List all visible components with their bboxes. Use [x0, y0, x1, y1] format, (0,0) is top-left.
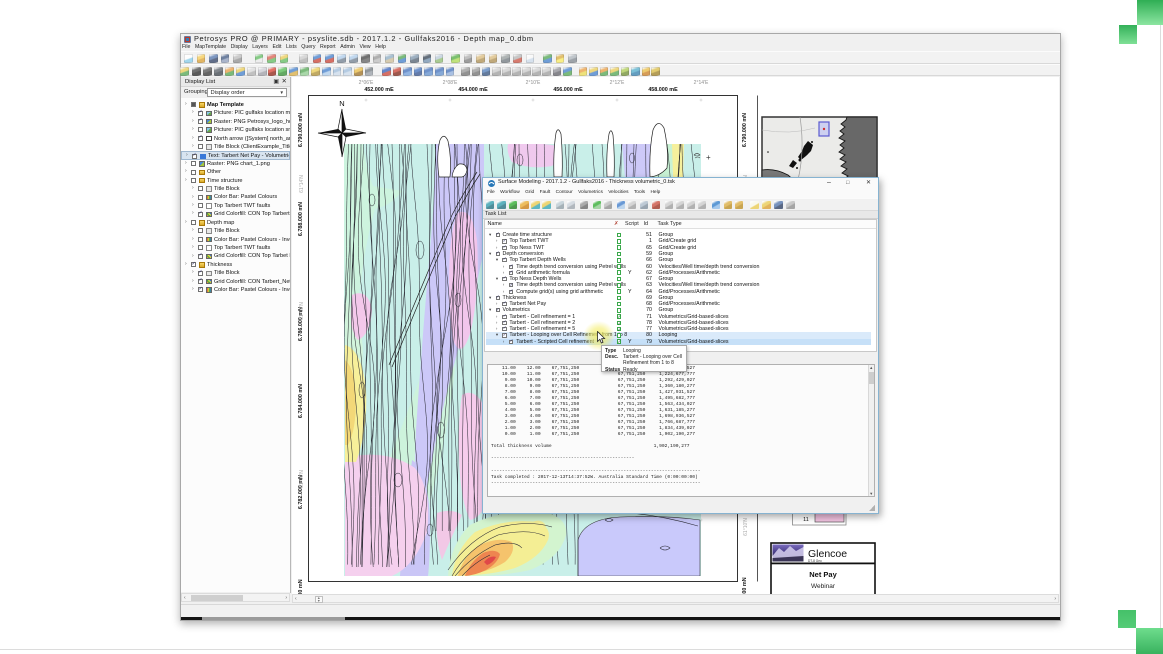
svg-text:2°08'E: 2°08'E [443, 80, 458, 86]
svg-text:452.000 mE: 452.000 mE [364, 87, 394, 93]
svg-text:Webinar: Webinar [811, 583, 836, 590]
svg-text:6.790.000 mN: 6.790.000 mN [742, 113, 748, 147]
svg-text:000 mN: 000 mN [742, 577, 748, 594]
svg-text:456.000 mE: 456.000 mE [553, 87, 583, 93]
svg-text:61°10'N: 61°10'N [299, 470, 305, 488]
svg-text:Net Pay: Net Pay [809, 570, 837, 579]
svg-text:454.000 mE: 454.000 mE [458, 87, 488, 93]
svg-text:2°10'E: 2°10'E [526, 80, 541, 86]
svg-text:6.784.000 mN: 6.784.000 mN [298, 384, 304, 418]
svg-text:2°14'E: 2°14'E [694, 80, 709, 86]
svg-text:6.788.000 mN: 6.788.000 mN [298, 202, 304, 236]
svg-text:DT-8 Geo: DT-8 Geo [808, 559, 822, 563]
svg-text:2°06'E: 2°06'E [359, 80, 374, 86]
svg-text:+: + [706, 153, 711, 162]
svg-text:61°12'N: 61°12'N [299, 302, 305, 320]
svg-text:11: 11 [803, 517, 809, 523]
svg-text:6.790.000 mN: 6.790.000 mN [298, 113, 304, 147]
svg-text:000 mN: 000 mN [298, 579, 304, 594]
svg-text:61°10'N: 61°10'N [743, 518, 749, 536]
svg-text:2°12'E: 2°12'E [610, 80, 625, 86]
svg-text:458.000 mE: 458.000 mE [648, 87, 678, 93]
svg-text:61°14'N: 61°14'N [299, 175, 305, 193]
svg-text:N: N [339, 99, 344, 108]
